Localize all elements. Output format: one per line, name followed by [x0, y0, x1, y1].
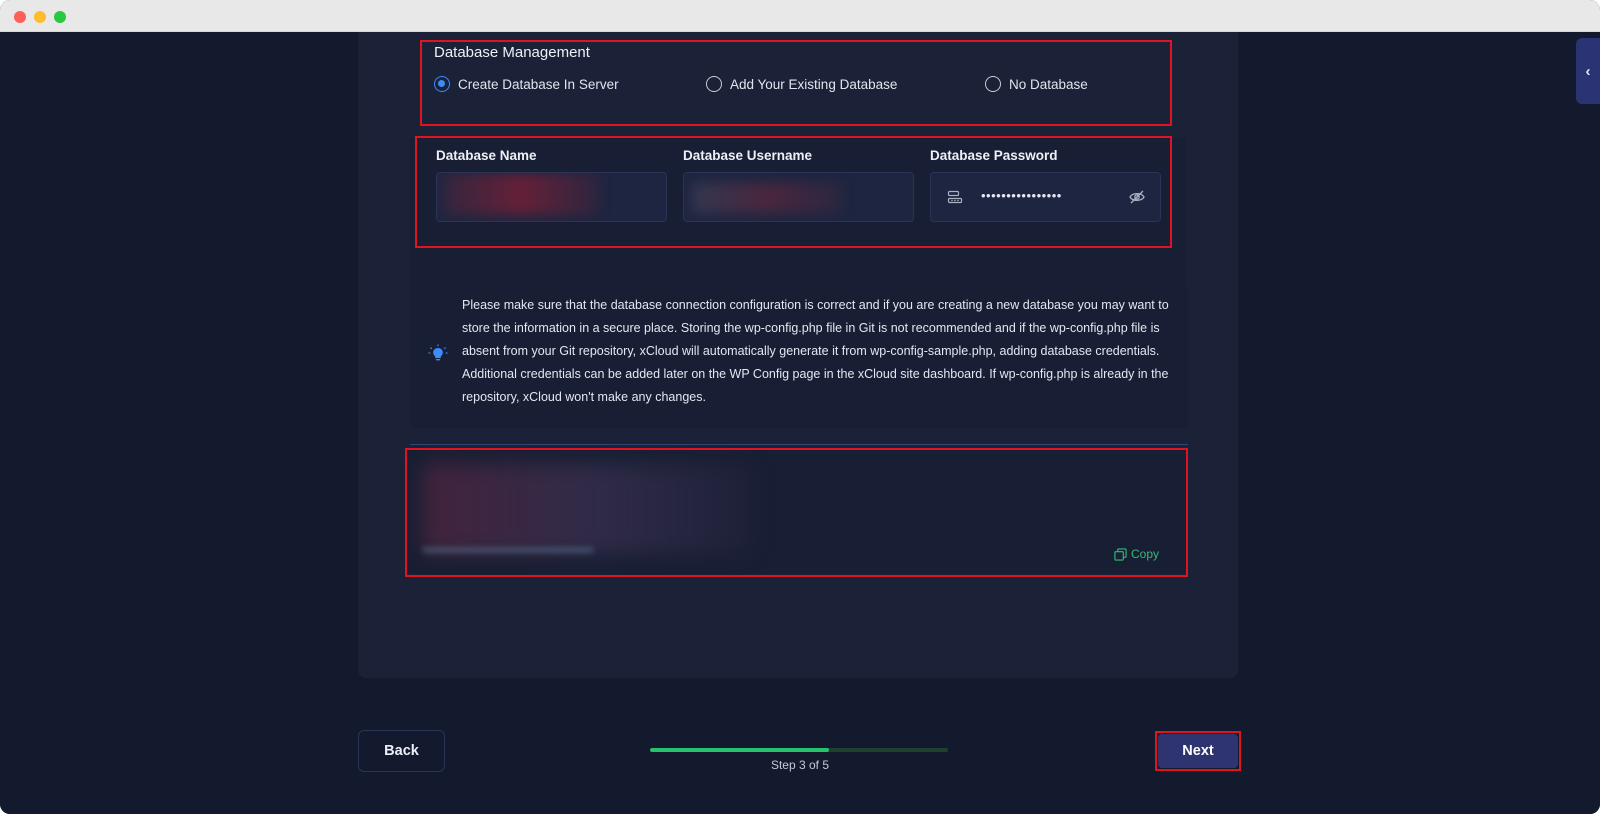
notice-text: Please make sure that the database conne… — [462, 298, 1169, 404]
highlight-credentials — [415, 136, 1172, 248]
back-button[interactable]: Back — [358, 730, 445, 772]
step-progress-fill — [650, 748, 829, 752]
step-indicator: Step 3 of 5 — [770, 758, 830, 772]
main-content: ‹ Database Management Create Database In… — [0, 32, 1600, 814]
app-window: ‹ Database Management Create Database In… — [0, 0, 1600, 814]
title-bar — [0, 0, 1600, 32]
minimize-window-button[interactable] — [34, 11, 46, 23]
highlight-next-button — [1155, 731, 1241, 771]
highlight-database-management — [420, 40, 1172, 126]
chevron-left-icon: ‹ — [1585, 62, 1591, 80]
close-window-button[interactable] — [14, 11, 26, 23]
bulb-icon — [428, 344, 448, 361]
step-progress-bar — [650, 748, 948, 752]
section-divider — [410, 444, 1188, 445]
collapse-sidebar-button[interactable]: ‹ — [1576, 38, 1600, 104]
zoom-window-button[interactable] — [54, 11, 66, 23]
highlight-config-box — [405, 448, 1188, 577]
